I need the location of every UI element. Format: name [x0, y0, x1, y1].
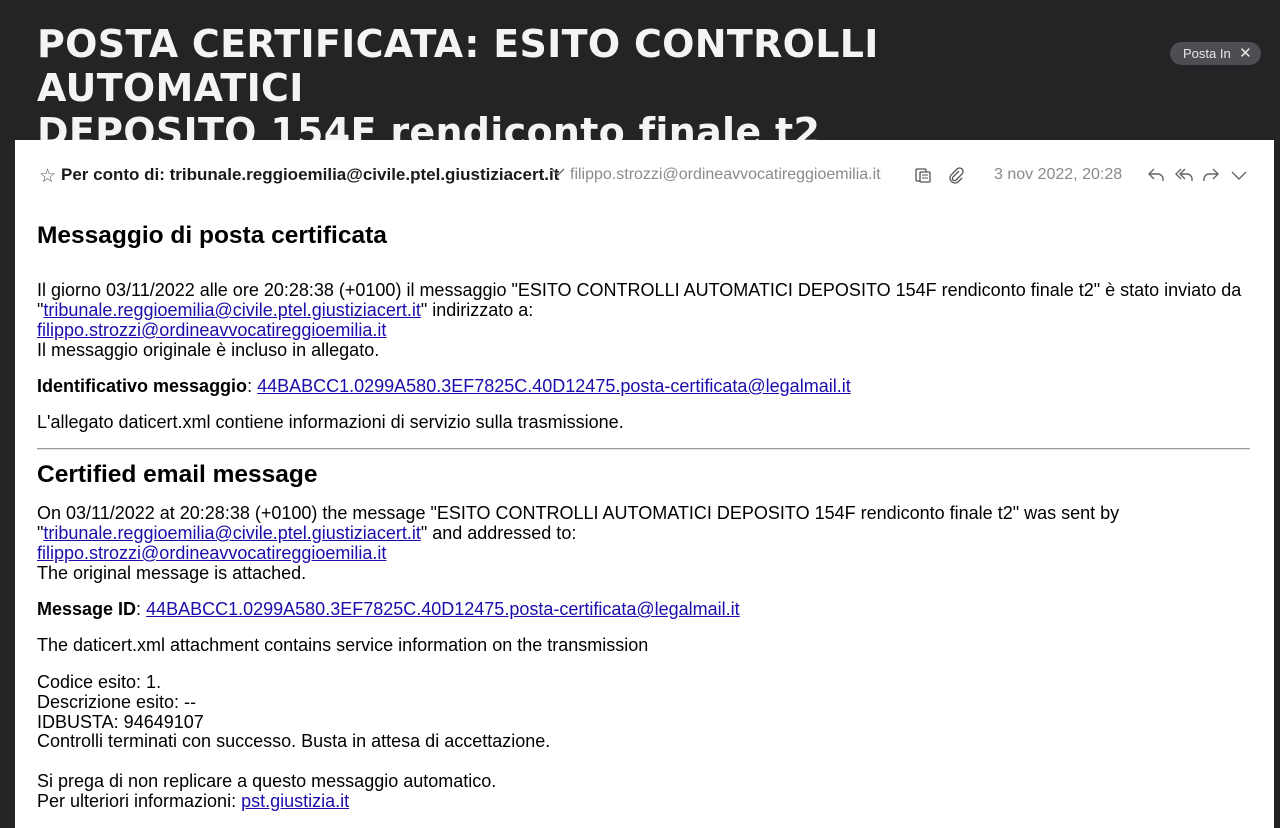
italian-daticert-note: L'allegato daticert.xml contiene informa…: [37, 412, 624, 432]
sender-name[interactable]: Per conto di: tribunale.reggioemilia@civ…: [61, 165, 559, 185]
italian-section-title: Messaggio di posta certificata: [37, 222, 387, 249]
section-divider: [37, 448, 1250, 450]
sender-link[interactable]: tribunale.reggioemilia@civile.ptel.giust…: [43, 523, 420, 543]
message-card: ☆ Per conto di: tribunale.reggioemilia@c…: [15, 140, 1274, 828]
italian-message-id-line: Identificativo messaggio: 44BABCC1.0299A…: [37, 376, 851, 396]
message-id-label: Identificativo messaggio: [37, 376, 248, 396]
english-daticert-note: The daticert.xml attachment contains ser…: [37, 635, 649, 655]
more-info-link[interactable]: pst.giustizia.it: [241, 791, 349, 811]
english-message-id-line: Message ID: 44BABCC1.0299A580.3EF7825C.4…: [37, 599, 740, 619]
italian-sender-line: "tribunale.reggioemilia@civile.ptel.gius…: [37, 300, 533, 320]
result-code: Codice esito: 1.: [37, 672, 162, 692]
sender-link[interactable]: tribunale.reggioemilia@civile.ptel.giust…: [43, 300, 420, 320]
addressed-text: " and addressed to:: [420, 523, 577, 543]
chevron-down-icon[interactable]: [551, 165, 565, 179]
attachment-icon[interactable]: [946, 165, 966, 185]
addressed-text: " indirizzato a:: [420, 300, 534, 320]
message-id-separator: :: [247, 376, 258, 396]
mailbox-tag[interactable]: Posta In ✕: [1170, 42, 1261, 65]
message-id-separator: :: [136, 599, 147, 619]
message-meta-bar: ☆ Per conto di: tribunale.reggioemilia@c…: [15, 161, 1274, 191]
more-icon[interactable]: [1229, 165, 1249, 185]
subject-header: POSTA CERTIFICATA: ESITO CONTROLLI AUTOM…: [0, 0, 1280, 154]
reply-icon[interactable]: [1146, 165, 1166, 185]
view-icon[interactable]: [913, 165, 933, 185]
english-intro-line: On 03/11/2022 at 20:28:38 (+0100) the me…: [37, 503, 1120, 523]
english-recipient-line: filippo.strozzi@ordineavvocatireggioemil…: [37, 543, 386, 563]
result-idbusta: IDBUSTA: 94649107: [37, 712, 204, 732]
recipient-address[interactable]: filippo.strozzi@ordineavvocatireggioemil…: [570, 166, 881, 184]
italian-attached-note: Il messaggio originale è incluso in alle…: [37, 340, 380, 360]
recipient-link[interactable]: filippo.strozzi@ordineavvocatireggioemil…: [37, 320, 386, 340]
recipient-link[interactable]: filippo.strozzi@ordineavvocatireggioemil…: [37, 543, 386, 563]
forward-icon[interactable]: [1201, 165, 1221, 185]
reply-all-icon[interactable]: [1174, 165, 1194, 185]
result-status: Controlli terminati con successo. Busta …: [37, 731, 551, 751]
english-attached-note: The original message is attached.: [37, 563, 307, 583]
star-icon[interactable]: ☆: [39, 165, 56, 188]
more-info-label: Per ulteriori informazioni:: [37, 791, 242, 811]
more-info-line: Per ulteriori informazioni: pst.giustizi…: [37, 791, 349, 811]
message-id-link[interactable]: 44BABCC1.0299A580.3EF7825C.40D12475.post…: [146, 599, 740, 619]
english-sender-line: "tribunale.reggioemilia@civile.ptel.gius…: [37, 523, 576, 543]
result-description: Descrizione esito: --: [37, 692, 197, 712]
italian-recipient-line: filippo.strozzi@ordineavvocatireggioemil…: [37, 320, 386, 340]
message-id-label: Message ID: [37, 599, 137, 619]
mailbox-tag-label: Posta In: [1183, 46, 1231, 61]
no-reply-note: Si prega di non replicare a questo messa…: [37, 771, 497, 791]
message-subject: POSTA CERTIFICATA: ESITO CONTROLLI AUTOM…: [37, 22, 1037, 154]
subject-line-1: POSTA CERTIFICATA: ESITO CONTROLLI AUTOM…: [37, 22, 879, 110]
close-icon[interactable]: ✕: [1239, 42, 1252, 65]
english-section-title: Certified email message: [37, 461, 318, 488]
message-date: 3 nov 2022, 20:28: [994, 166, 1123, 183]
message-id-link[interactable]: 44BABCC1.0299A580.3EF7825C.40D12475.post…: [257, 376, 851, 396]
italian-intro-line: Il giorno 03/11/2022 alle ore 20:28:38 (…: [37, 280, 1242, 300]
